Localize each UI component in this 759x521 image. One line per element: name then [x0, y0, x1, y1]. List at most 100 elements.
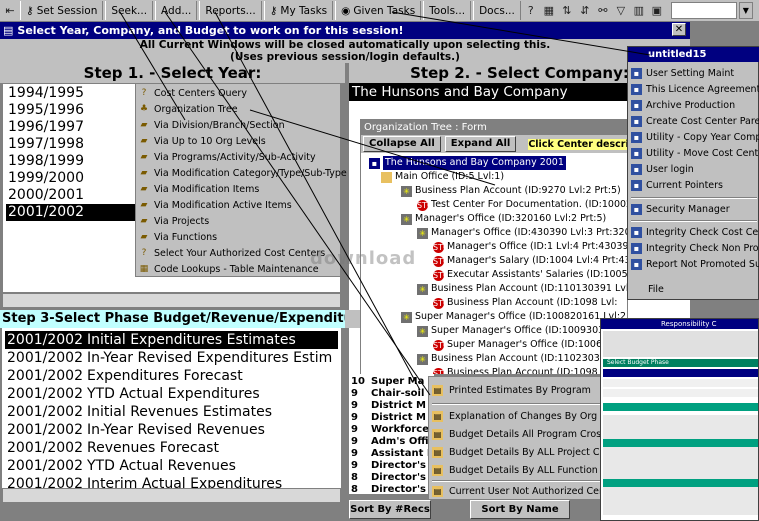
reports-menu[interactable]: Reports... — [199, 1, 262, 20]
list-item[interactable]: 9 Assistant D — [351, 448, 434, 460]
chevron-down-icon[interactable]: ▼ — [738, 2, 753, 19]
menu-item-cost-centers-query[interactable]: ? Cost Centers Query — [138, 85, 247, 101]
year-item[interactable]: 1999/2000 — [6, 170, 141, 187]
tree-node[interactable]: STOP Manager's Salary (ID:1004 Lvl:4 Prt:… — [433, 254, 627, 268]
menu-item-org-levels[interactable]: ▰ Via Up to 10 Org Levels — [138, 133, 266, 149]
menu-item-user-login[interactable]: ▪ User login — [631, 162, 694, 177]
list-item[interactable]: 9 District M — [351, 400, 426, 412]
phase-item[interactable]: 2001/2002 YTD Actual Expenditures — [5, 385, 338, 403]
menu-item-copy-year[interactable]: ▪Utility - Copy Year Company — [631, 130, 759, 145]
menu-item-modification-active[interactable]: ▰ Via Modification Active Items — [138, 197, 292, 213]
phase-item[interactable]: 2001/2002 In-Year Revised Revenues — [5, 421, 338, 439]
tree-node[interactable]: STOP Super Manager's Office (ID:1006 Lvl — [433, 338, 619, 352]
menu-item-programs[interactable]: ▰ Via Programs/Activity/Sub-Activity — [138, 149, 316, 165]
year-item-selected[interactable]: 2001/2002 — [6, 204, 141, 221]
tree-node[interactable]: ✳ Manager's Office (ID:320160 Lvl:2 Prt:5… — [401, 212, 606, 226]
help-icon[interactable]: ? — [523, 2, 539, 20]
binoculars-icon[interactable]: ⚯ — [595, 2, 611, 20]
list-item[interactable]: 9 Chair-soil — [351, 388, 424, 400]
menu-item-modification-items[interactable]: ▰ Via Modification Items — [138, 181, 260, 197]
seek-menu[interactable]: Seek... — [105, 1, 154, 20]
list-item[interactable]: 8 Director's — [351, 484, 426, 494]
menu-item-current-pointers[interactable]: ▪ Current Pointers — [631, 178, 723, 193]
sort-by-recs-button[interactable]: Sort By #Recs — [349, 500, 431, 519]
menu-item-user-setting[interactable]: ▪ User Setting Maint — [631, 66, 734, 81]
menu-item-file[interactable]: File — [648, 282, 664, 297]
docs-menu[interactable]: Docs... — [473, 1, 521, 20]
menu-item-report-not-promoted[interactable]: ▪Report Not Promoted Subm — [631, 257, 759, 272]
year-item[interactable]: 1998/1999 — [6, 153, 141, 170]
menu-item-move-center[interactable]: ▪Utility - Move Cost Center b — [631, 146, 759, 161]
tree-node[interactable]: ✳ Manager's Office (ID:430390 Lvl:3 Prt:3… — [417, 226, 627, 240]
phase-item[interactable]: 2001/2002 Initial Revenues Estimates — [5, 403, 338, 421]
my-tasks-button[interactable]: ⚷ My Tasks — [263, 1, 334, 20]
year-list-scrollbar[interactable] — [2, 293, 341, 308]
tree-node[interactable]: STOP Manager's Office (ID:1 Lvl:4 Prt:430… — [433, 240, 627, 254]
phase-item[interactable]: 2001/2002 Interim Actual Expenditures — [5, 475, 338, 488]
tree-node[interactable]: STOP Executar Assistants' Salaries (ID:10… — [433, 268, 627, 282]
menu-item-security[interactable]: ▪ Security Manager — [631, 202, 730, 217]
menu-item-functions[interactable]: ▰ Via Functions — [138, 229, 218, 245]
grid-icon[interactable]: ▦ — [541, 2, 557, 20]
tree-node[interactable]: STOP Business Plan Account (ID:1098 Lvl — [433, 366, 614, 374]
tree-node-root[interactable]: ▪ The Hunsons and Bay Company 2001 — [369, 156, 566, 170]
phase-scroll-up[interactable] — [345, 310, 360, 328]
list-item[interactable]: 9 Workforce — [351, 424, 429, 436]
year-item[interactable]: 2000/2001 — [6, 187, 141, 204]
year-item[interactable]: 1996/1997 — [6, 119, 141, 136]
sort-icon[interactable]: ⇅ — [559, 2, 575, 20]
add-menu[interactable]: Add... — [155, 1, 198, 20]
menu-item-archive[interactable]: ▪ Archive Production — [631, 98, 735, 113]
menu-item-integrity-center[interactable]: ▪Integrity Check Cost Center — [631, 225, 759, 240]
tree-node[interactable]: ✳ Super Manager's Office (ID:100820161 Lv… — [401, 310, 626, 324]
menu-item-budget-program[interactable]: ▤ Budget Details All Program Crosstab — [432, 426, 622, 442]
list-item[interactable]: 9 Adm's Offic — [351, 436, 434, 448]
year-item[interactable]: 1994/1995 — [6, 85, 141, 102]
book-icon[interactable]: ▥ — [631, 2, 647, 20]
tree-node[interactable]: ✳ Business Plan Account (ID:110130391 Lvl… — [417, 282, 627, 296]
phase-list-scrollbar[interactable] — [2, 488, 341, 503]
tree-node[interactable]: STOP Test Center For Documentation. (ID:1… — [417, 198, 627, 212]
menu-item-printed-estimates[interactable]: ▤ Printed Estimates By Program — [432, 382, 591, 398]
menu-item-projects[interactable]: ▰ Via Projects — [138, 213, 210, 229]
menu-item-budget-function[interactable]: ▤ Budget Details By ALL Function Cross — [432, 462, 627, 478]
tools-menu[interactable]: Tools... — [423, 1, 472, 20]
phase-item[interactable]: 2001/2002 YTD Actual Revenues — [5, 457, 338, 475]
tree-node[interactable]: ✳ Super Manager's Office (ID:10093039 — [417, 324, 610, 338]
year-item[interactable]: 1997/1998 — [6, 136, 141, 153]
window-icon[interactable]: ▣ — [649, 2, 665, 20]
list-item[interactable]: 9 Director's C — [351, 460, 434, 472]
tree-node[interactable]: STOP Business Plan Account (ID:1098 Lvl: — [433, 296, 618, 310]
phase-item[interactable]: 2001/2002 In-Year Revised Expenditures Es… — [5, 349, 338, 367]
phase-list[interactable]: 2001/2002 Initial Expenditures Estimates … — [2, 328, 341, 488]
sort-desc-icon[interactable]: ⇵ — [577, 2, 593, 20]
phase-item[interactable]: 2001/2002 Expenditures Forecast — [5, 367, 338, 385]
cost-center-list[interactable]: 10 Super Ma 9 Chair-soil 9 District M 9 Dist… — [349, 374, 434, 494]
filter-icon[interactable]: ▽ — [613, 2, 629, 20]
menu-item-not-authorized[interactable]: ▤ Current User Not Authorized Centers — [432, 483, 623, 499]
collapse-all-button[interactable]: Collapse All — [363, 136, 441, 152]
phase-item-selected[interactable]: 2001/2002 Initial Expenditures Estimates — [5, 331, 338, 349]
phase-item[interactable]: 2001/2002 Revenues Forecast — [5, 439, 338, 457]
exit-icon[interactable]: ⇤ — [2, 2, 18, 20]
set-session-button[interactable]: ⚷ Set Session — [20, 1, 104, 20]
menu-item-authorized-centers[interactable]: ? Select Your Authorized Cost Centers — [138, 245, 326, 261]
expand-all-button[interactable]: Expand All — [444, 136, 517, 152]
toolbar-combo[interactable] — [670, 2, 737, 19]
menu-item-code-lookups[interactable]: ▦ Code Lookups - Table Maintenance — [138, 261, 319, 277]
menu-item-organization-tree[interactable]: ♣ Organization Tree — [138, 101, 238, 117]
list-item[interactable]: 8 Director's — [351, 472, 426, 484]
menu-item-integrity-non-produc[interactable]: ▪Integrity Check Non Produc — [631, 241, 759, 256]
sort-by-name-button[interactable]: Sort By Name — [470, 500, 570, 519]
menu-item-division[interactable]: ▰ Via Division/Branch/Section — [138, 117, 285, 133]
tree-node[interactable]: ✳ Business Plan Account (ID:11023039 — [417, 352, 606, 366]
list-item[interactable]: 10 Super Ma — [351, 376, 424, 388]
menu-item-create-parents[interactable]: ▪Create Cost Center Parents — [631, 114, 759, 129]
close-icon[interactable]: ✕ — [672, 23, 686, 36]
tree-node[interactable]: Main Office (ID:5 Lvl:1) — [381, 170, 504, 184]
menu-item-licence[interactable]: ▪This Licence Agreement and — [631, 82, 759, 97]
given-tasks-button[interactable]: ◉ Given Tasks — [335, 1, 422, 20]
tree-node[interactable]: ✳ Business Plan Account (ID:9270 Lvl:2 Pr… — [401, 184, 621, 198]
year-item[interactable]: 1995/1996 — [6, 102, 141, 119]
menu-item-modification-category[interactable]: ▰ Via Modification Category/Type/Sub-Type — [138, 165, 347, 181]
